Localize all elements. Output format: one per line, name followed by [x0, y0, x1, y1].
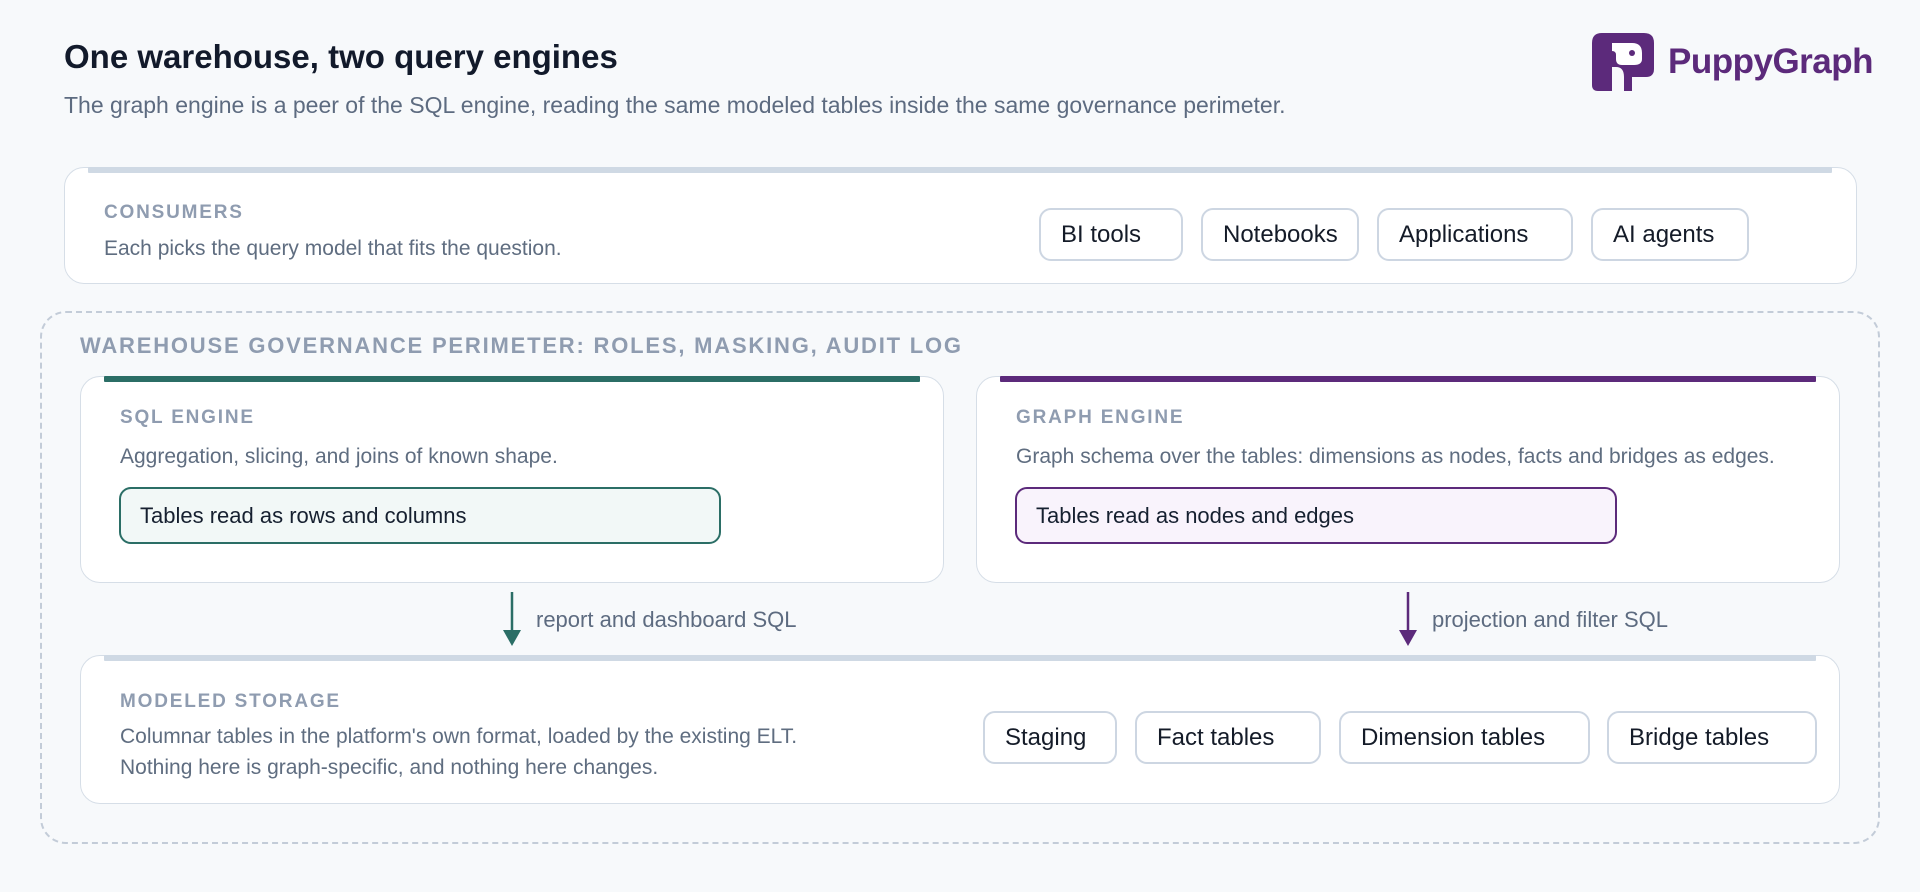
sql-engine-chip[interactable]: Tables read as rows and columns [119, 487, 721, 544]
brand-logo[interactable]: PuppyGraph [1592, 32, 1874, 92]
consumers-top-bar [88, 167, 1832, 173]
logo-text: PuppyGraph [1668, 42, 1874, 81]
sql-engine-description: Aggregation, slicing, and joins of known… [120, 445, 558, 468]
storage-description-line2: Nothing here is graph-specific, and noth… [120, 756, 659, 779]
graph-arrow [1399, 592, 1417, 646]
storage-chip-fact-tables[interactable]: Fact tables [1135, 711, 1321, 764]
graph-engine-label: GRAPH ENGINE [1016, 407, 1185, 428]
puppy-logo-icon [1592, 33, 1654, 91]
sql-engine-label: SQL ENGINE [120, 407, 255, 428]
sql-engine-top-bar [104, 376, 920, 382]
consumers-card [64, 167, 1857, 284]
sql-arrow-label: report and dashboard SQL [536, 607, 797, 632]
consumer-chip-ai-agents[interactable]: AI agents [1591, 208, 1749, 261]
perimeter-label: WAREHOUSE GOVERNANCE PERIMETER: ROLES, M… [80, 333, 963, 358]
storage-chip-bridge-tables[interactable]: Bridge tables [1607, 711, 1817, 764]
graph-arrow-label: projection and filter SQL [1432, 607, 1669, 632]
storage-chip-staging[interactable]: Staging [983, 711, 1117, 764]
page-title: One warehouse, two query engines [64, 38, 618, 75]
storage-description-line1: Columnar tables in the platform's own fo… [120, 725, 798, 748]
consumers-description: Each picks the query model that fits the… [104, 237, 562, 260]
consumer-chip-bi-tools[interactable]: BI tools [1039, 208, 1183, 261]
storage-chip-dimension-tables[interactable]: Dimension tables [1339, 711, 1590, 764]
graph-engine-description: Graph schema over the tables: dimensions… [1016, 445, 1775, 468]
consumer-chip-applications[interactable]: Applications [1377, 208, 1573, 261]
graph-engine-chip[interactable]: Tables read as nodes and edges [1015, 487, 1617, 544]
page-subtitle: The graph engine is a peer of the SQL en… [64, 92, 1286, 118]
consumers-label: CONSUMERS [104, 202, 244, 223]
storage-top-bar [104, 655, 1816, 661]
sql-arrow [503, 592, 521, 646]
consumer-chip-notebooks[interactable]: Notebooks [1201, 208, 1359, 261]
graph-engine-top-bar [1000, 376, 1816, 382]
storage-label: MODELED STORAGE [120, 691, 341, 712]
